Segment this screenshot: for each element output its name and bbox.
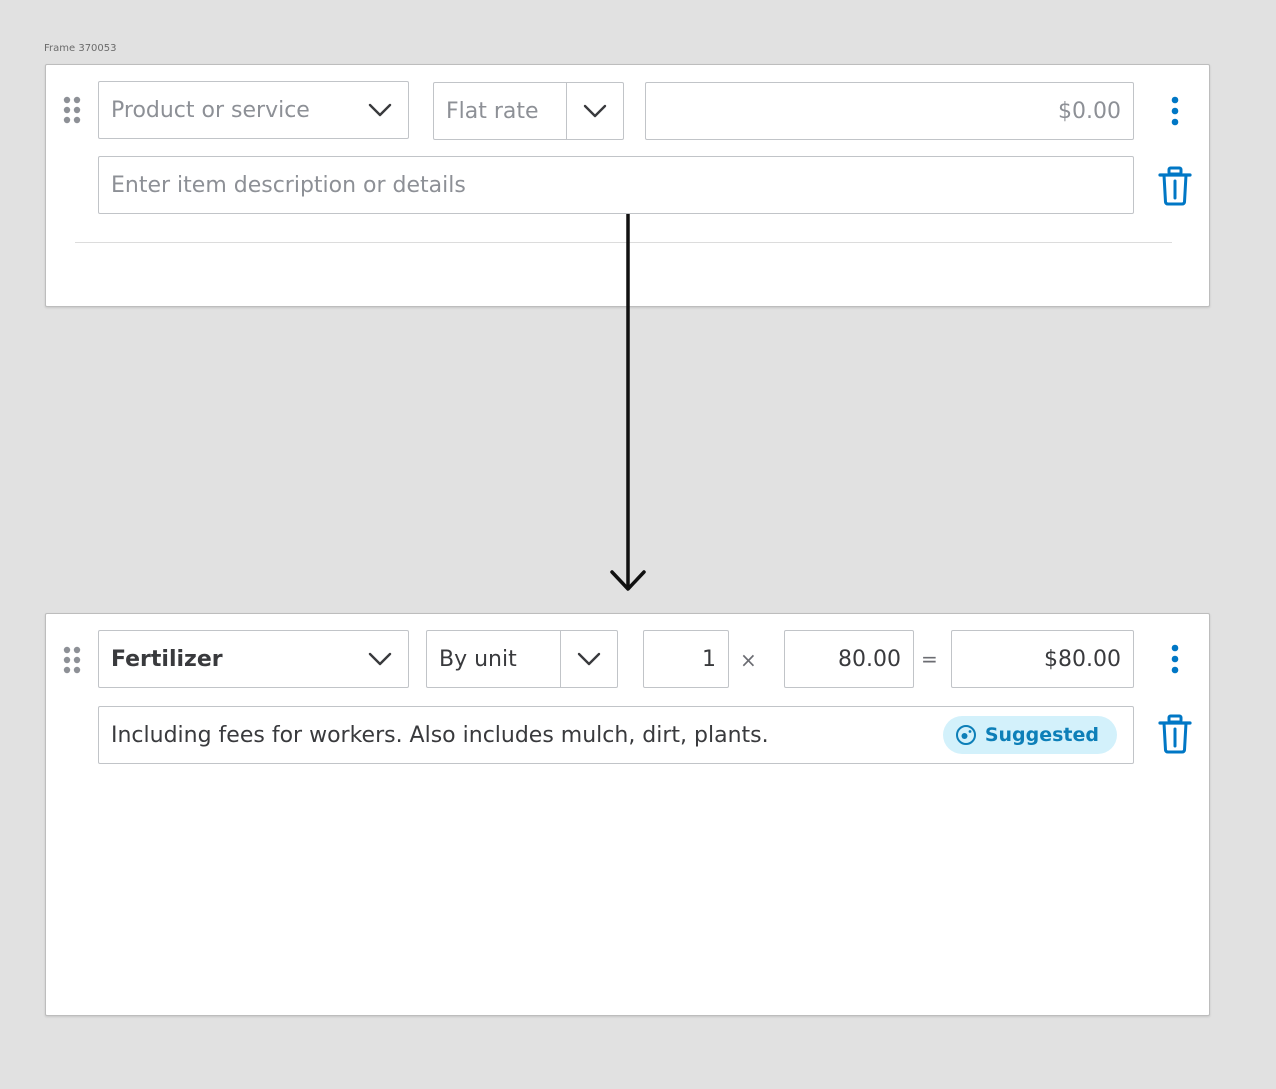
trash-icon[interactable] [1158, 714, 1192, 754]
quantity-value: 1 [702, 646, 716, 672]
chevron-down-icon[interactable] [560, 631, 617, 687]
amount-input[interactable]: $0.00 [645, 82, 1134, 140]
chevron-down-icon[interactable] [352, 82, 408, 138]
suggested-label: Suggested [984, 724, 1099, 746]
drag-handle-icon[interactable] [62, 645, 82, 675]
line-item-card-filled: Fertilizer By unit 1 × 80.00 = $80.00 In… [45, 613, 1210, 1016]
amount-value: $80.00 [1044, 646, 1121, 672]
quantity-input[interactable]: 1 [643, 630, 729, 688]
chevron-down-icon[interactable] [566, 83, 623, 139]
product-service-select[interactable]: Product or service [98, 81, 409, 139]
rate-type-select[interactable]: Flat rate [433, 82, 624, 140]
rate-value: 80.00 [838, 646, 901, 672]
arrow-down-icon [610, 214, 646, 591]
kebab-menu-icon[interactable] [1168, 642, 1182, 676]
product-service-select[interactable]: Fertilizer [98, 630, 409, 688]
description-input[interactable]: Enter item description or details [98, 156, 1134, 214]
rate-type-value: Flat rate [446, 98, 539, 124]
ai-suggest-icon [955, 725, 976, 745]
equals-symbol: = [921, 647, 938, 671]
drag-handle-icon[interactable] [62, 95, 82, 125]
rate-type-select[interactable]: By unit [426, 630, 618, 688]
rate-input[interactable]: 80.00 [784, 630, 914, 688]
amount-input[interactable]: $80.00 [951, 630, 1134, 688]
chevron-down-icon[interactable] [352, 631, 408, 687]
suggested-badge[interactable]: Suggested [942, 716, 1117, 754]
amount-placeholder: $0.00 [1058, 98, 1121, 124]
multiply-symbol: × [740, 648, 757, 672]
kebab-menu-icon[interactable] [1168, 94, 1182, 128]
frame-label: Frame 370053 [44, 43, 117, 54]
rate-type-value: By unit [439, 646, 517, 672]
product-service-placeholder: Product or service [111, 97, 310, 123]
description-placeholder: Enter item description or details [111, 172, 466, 198]
trash-icon[interactable] [1158, 166, 1192, 206]
description-input[interactable]: Including fees for workers. Also include… [98, 706, 1134, 764]
product-service-value: Fertilizer [111, 646, 223, 672]
